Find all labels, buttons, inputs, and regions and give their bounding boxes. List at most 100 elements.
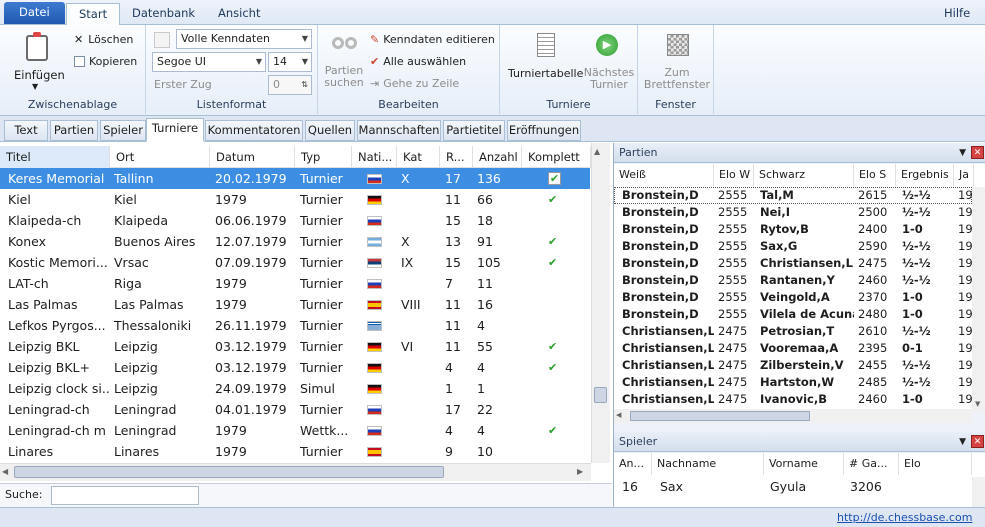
panel-menu-icon[interactable]: ▼ [959,143,966,163]
tab-sources[interactable]: Quellen [305,120,355,141]
size-select[interactable]: 14 ▼ [268,52,312,72]
panel-menu-icon[interactable]: ▼ [959,432,966,452]
first-move-spinner[interactable]: 0 ⇅ [268,75,312,95]
tab-start[interactable]: Start [66,3,121,26]
column-lastname[interactable]: Nachname [652,453,764,475]
table-row[interactable]: LAT-ch Riga 1979 Turnier 7 11 [0,273,590,294]
close-icon[interactable]: ✕ [971,435,984,448]
scroll-left-icon[interactable]: ◀ [2,467,8,476]
table-row[interactable]: Linares Linares 1979 Turnier 9 10 [0,441,590,462]
table-row[interactable]: Leipzig BKL Leipzig 03.12.1979 Turnier VI 11 5… [0,336,590,357]
column-place[interactable]: Ort [110,146,210,168]
table-row[interactable]: Bronstein,D 2555 Rytov,B 2400 1-0 19 [614,221,972,238]
tournament-horizontal-scrollbar[interactable]: ◀ ▶ [0,463,591,481]
column-result[interactable]: Ergebnis [896,164,954,186]
tab-games[interactable]: Partien [50,120,98,141]
close-icon[interactable]: ✕ [971,146,984,159]
tournament-vertical-scrollbar[interactable]: ▲ [591,143,610,463]
scroll-thumb[interactable] [594,387,607,403]
table-row[interactable]: Bronstein,D 2555 Christiansen,L 2475 ½-½ 19 [614,255,972,272]
column-rounds[interactable]: R... [440,146,473,168]
tab-openings[interactable]: Eröffnungen [507,120,581,141]
cell-count: 1 [477,381,485,396]
chessbase-link[interactable]: http://de.chessbase.com [837,511,972,524]
table-row[interactable]: Konex Buenos Aires 12.07.1979 Turnier X 13 91 ✔ [0,231,590,252]
tournament-table-button[interactable]: Turniertabelle [506,29,584,93]
column-year[interactable]: Ja [954,164,974,186]
column-count[interactable]: Anzahl [473,146,522,168]
column-games[interactable]: # Ga... [844,453,899,475]
next-tournament-button[interactable]: ▶ Nächstes Turnier [582,29,636,93]
column-type[interactable]: Typ [295,146,352,168]
column-firstname[interactable]: Vorname [764,453,844,475]
scroll-left-icon[interactable]: ◀ [616,411,621,419]
column-category[interactable]: Kat [397,146,440,168]
column-black[interactable]: Schwarz [754,164,854,186]
scroll-down-icon[interactable]: ▼ [975,400,980,408]
table-row[interactable]: Christiansen,L 2475 Vooremaa,A 2395 0-1 19 [614,340,972,357]
table-row[interactable]: Leipzig clock si... Leipzig 24.09.1979 Simu… [0,378,590,399]
file-menu-tab[interactable]: Datei [4,2,65,24]
tab-view[interactable]: Ansicht [206,3,272,25]
paste-button[interactable]: Einfügen ▼ [12,31,65,99]
flag-es-icon [367,300,382,310]
table-row[interactable]: Leipzig BKL+ Leipzig 03.12.1979 Turnier 4 4 ✔ [0,357,590,378]
table-row[interactable]: Christiansen,L 2475 Zilberstein,V 2455 ½-½ 19 [614,357,972,374]
table-row[interactable]: Las Palmas Las Palmas 1979 Turnier VIII 11 16 [0,294,590,315]
tab-tournaments[interactable]: Turniere [146,118,204,142]
table-row[interactable]: Bronstein,D 2555 Nei,I 2500 ½-½ 19 [614,204,972,221]
column-elo-white[interactable]: Elo W [714,164,754,186]
cell-type: Turnier [300,339,343,354]
table-row[interactable]: Bronstein,D 2555 Tal,M 2615 ½-½ 19 [614,187,972,204]
table-row[interactable]: Christiansen,L 2475 Petrosian,T 2610 ½-½ 19 [614,323,972,340]
cell-title: Klaipeda-ch [8,213,82,228]
scroll-right-icon[interactable]: ▶ [577,467,583,476]
scroll-thumb[interactable] [14,466,444,478]
table-row[interactable]: 16 Sax Gyula 3206 [614,477,972,497]
table-row[interactable]: Christiansen,L 2475 Ivanovic,B 2460 1-0 19 [614,391,972,408]
format-select[interactable]: Volle Kenndaten ▼ [176,29,312,49]
column-date[interactable]: Datum [210,146,295,168]
select-all-button[interactable]: ✔ Alle auswählen [370,55,466,68]
column-complete[interactable]: Komplett [522,146,591,168]
tab-database[interactable]: Datenbank [120,3,207,25]
tab-text[interactable]: Text [4,120,48,141]
goto-line-button[interactable]: ⇥ Gehe zu Zeile [370,77,459,90]
table-row[interactable]: Klaipeda-ch Klaipeda 06.06.1979 Turnier 15 18 [0,210,590,231]
table-row[interactable]: Bronstein,D 2555 Sax,G 2590 ½-½ 19 [614,238,972,255]
column-number[interactable]: An... [614,453,652,475]
scroll-up-icon[interactable]: ▲ [594,147,600,156]
table-row[interactable]: Leningrad-ch m Leningrad 1979 Wettk... 4 4 ✔ [0,420,590,441]
table-row[interactable]: Kostic Memori... Vrsac 07.09.1979 Turnier IX… [0,252,590,273]
table-row[interactable]: Bronstein,D 2555 Vilela de Acuna... 2480 1-0… [614,306,972,323]
edit-header-button[interactable]: ✎ Kenndaten editieren [370,33,495,46]
column-title[interactable]: Titel [0,146,110,168]
games-vertical-scrollbar[interactable]: ▼ [972,187,985,412]
table-row[interactable]: Bronstein,D 2555 Rantanen,Y 2460 ½-½ 19 [614,272,972,289]
search-input[interactable] [51,486,199,505]
help-menu[interactable]: Hilfe [944,3,970,25]
font-select[interactable]: Segoe UI ▼ [152,52,266,72]
tab-teams[interactable]: Mannschaften [357,120,441,141]
column-nation[interactable]: Nati... [352,146,397,168]
delete-button[interactable]: ✕ Löschen [74,33,133,46]
tab-annotators[interactable]: Kommentatoren [205,120,303,141]
players-vertical-scrollbar[interactable] [972,477,985,507]
board-window-button[interactable]: Zum Brettfenster [642,29,712,93]
tab-players[interactable]: Spieler [100,120,146,141]
table-row[interactable]: Lefkos Pyrgos... Thessaloniki 26.11.1979 Tu… [0,315,590,336]
table-row[interactable]: Bronstein,D 2555 Veingold,A 2370 1-0 19 [614,289,972,306]
copy-button[interactable]: Kopieren [74,55,137,68]
tab-game-titles[interactable]: Partietitel [443,120,505,141]
scroll-thumb[interactable] [630,411,810,421]
cell-place: Vrsac [114,255,149,270]
table-row[interactable]: Keres Memorial Tallinn 20.02.1979 Turnier X 1… [0,168,590,189]
table-row[interactable]: Kiel Kiel 1979 Turnier 11 66 ✔ [0,189,590,210]
column-elo-black[interactable]: Elo S [854,164,896,186]
column-white[interactable]: Weiß [614,164,714,186]
games-horizontal-scrollbar[interactable]: ◀ [614,409,972,423]
column-elo[interactable]: Elo [899,453,972,475]
table-row[interactable]: Christiansen,L 2475 Hartston,W 2485 ½-½ 19 [614,374,972,391]
table-row[interactable]: Leningrad-ch Leningrad 04.01.1979 Turnier 17… [0,399,590,420]
search-games-button[interactable]: Partien suchen [322,29,366,93]
